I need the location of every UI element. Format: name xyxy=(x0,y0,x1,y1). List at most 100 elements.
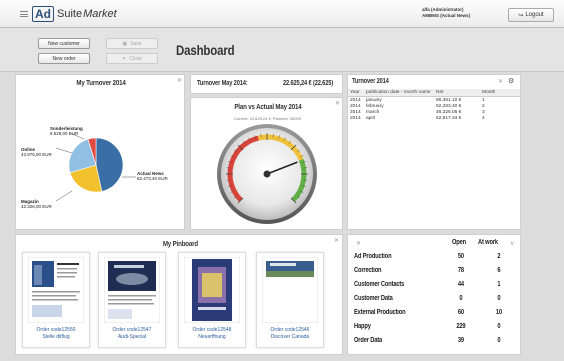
stats-open-count: 60 xyxy=(457,309,464,316)
table-cell: 2014 xyxy=(350,116,361,122)
order-thumbnail xyxy=(184,257,240,323)
stats-label: Order Data xyxy=(354,337,383,344)
turnover-table: Year publication date - month name Net M… xyxy=(348,89,520,122)
stats-atwork-count: 0 xyxy=(497,323,501,330)
panel-close-icon[interactable]: ✕ xyxy=(356,240,361,247)
stats-atwork-count: 10 xyxy=(495,309,502,316)
turnover-month-label: Turnover May 2014: xyxy=(197,80,248,87)
app-logo[interactable]: Ad Suite Market xyxy=(32,5,117,23)
turnover-month-panel: Turnover May 2014: 22.625,24 € (22.625) xyxy=(190,74,343,94)
pinboard-card[interactable]: Order code12550 Stelle ditflug xyxy=(22,252,90,348)
table-row[interactable]: 2014 january 86,361.10 € 1 xyxy=(348,97,520,104)
turnover-month-value: 22.625,24 € (22.625) xyxy=(283,80,334,87)
stats-open-count: 78 xyxy=(457,267,464,274)
col-header-month-name[interactable]: publication date - month name xyxy=(364,89,434,97)
user-info: alfa (Administrator) AMBMS (Actual News) xyxy=(422,7,470,19)
panel-close-icon[interactable]: ✕ xyxy=(335,100,340,107)
table-cell: april xyxy=(366,116,376,122)
menu-icon[interactable] xyxy=(20,11,28,17)
gauge-subtitle: Current: 22.625,24 €, Planned: 30000 xyxy=(234,116,301,121)
order-thumbnail xyxy=(28,257,84,323)
table-cell: 1 xyxy=(482,97,485,103)
save-button[interactable]: ▣ Save xyxy=(106,38,158,49)
stats-open-count: 39 xyxy=(457,337,464,344)
turnover-pie-panel: My Turnover 2014 ✕ Sonderleistung 8.529,… xyxy=(15,74,185,230)
stats-open-count: 50 xyxy=(457,253,464,260)
close-label: Close xyxy=(129,55,142,62)
logout-button[interactable]: ↪ Logout xyxy=(508,8,554,22)
table-cell: january xyxy=(366,97,382,103)
panel-close-icon[interactable]: ✕ xyxy=(498,78,503,85)
col-header-month[interactable]: Month xyxy=(480,89,520,97)
stats-atwork-count: 1 xyxy=(497,281,501,288)
gear-icon[interactable]: ⚙ xyxy=(508,77,514,85)
chevron-icon[interactable]: ∨ xyxy=(510,240,514,247)
col-header-year[interactable]: Year xyxy=(348,89,364,97)
stats-open-count: 44 xyxy=(457,281,464,288)
top-bar: Ad Suite Market alfa (Administrator) AMB… xyxy=(0,0,564,28)
stats-atwork-count: 0 xyxy=(497,295,501,302)
order-name: Neuerffnung xyxy=(198,333,226,340)
stats-row[interactable]: Happy 229 0 xyxy=(354,323,510,335)
stats-atwork-count: 6 xyxy=(497,267,501,274)
stats-label: Happy xyxy=(354,323,371,330)
order-name: Stelle ditflug xyxy=(42,333,70,340)
stats-label: Correction xyxy=(354,267,382,274)
stats-open-count: 0 xyxy=(459,295,463,302)
new-order-button[interactable]: New order xyxy=(38,53,90,64)
stats-col-atwork: At work xyxy=(478,239,498,246)
stats-label: Ad Production xyxy=(354,253,392,260)
panel-close-icon[interactable]: ✕ xyxy=(334,237,339,244)
order-thumbnail xyxy=(262,257,318,323)
stats-row[interactable]: Ad Production 50 2 xyxy=(354,253,510,265)
pie-value-actual-news: 82.473,40 EUR xyxy=(137,176,169,181)
stats-atwork-count: 0 xyxy=(497,337,501,344)
gauge-title: Plan vs Actual May 2014 xyxy=(233,102,302,111)
stats-row[interactable]: Order Data 39 0 xyxy=(354,337,510,349)
stats-col-open: Open xyxy=(452,239,467,246)
table-row[interactable]: 2014 april 52,817.34 € 4 xyxy=(348,116,520,122)
pinboard-card[interactable]: Order code12548 Neuerffnung xyxy=(178,252,246,348)
order-name: Audi-Special xyxy=(117,333,147,340)
stats-row[interactable]: External Production 60 10 xyxy=(354,309,510,321)
gauge-hub xyxy=(263,170,271,178)
table-cell: 52,817.34 € xyxy=(436,116,462,122)
stats-row[interactable]: Customer Data 0 0 xyxy=(354,295,510,307)
table-cell: 4 xyxy=(482,116,485,122)
gauge-panel: Plan vs Actual May 2014 ✕ Current: 22.62… xyxy=(190,97,343,230)
stats-atwork-count: 2 xyxy=(497,253,501,260)
table-cell: 2014 xyxy=(350,97,361,103)
logo-market: Market xyxy=(83,8,117,20)
new-customer-button[interactable]: New customer xyxy=(38,38,90,49)
logo-ad: Ad xyxy=(32,6,54,22)
order-thumbnail xyxy=(104,257,160,323)
pie-value-magazin: 42.326,00 EUR xyxy=(21,204,53,209)
table-cell: 86,361.10 € xyxy=(436,97,462,103)
pie-value-online: 43.875,00 EUR xyxy=(21,152,53,157)
close-icon: ✕ xyxy=(122,55,127,62)
stats-row[interactable]: Correction 78 6 xyxy=(354,267,510,279)
page-title: Dashboard xyxy=(176,42,235,58)
toolbar xyxy=(0,28,564,72)
close-button[interactable]: ✕ Close xyxy=(106,53,158,64)
save-label: Save xyxy=(130,40,142,47)
logo-suite: Suite xyxy=(57,8,83,20)
save-icon: ▣ xyxy=(122,40,128,47)
gauge-chart xyxy=(217,124,317,224)
pie-value-sonderleistung: 8.529,00 EUR xyxy=(50,131,79,136)
col-header-net[interactable]: Net xyxy=(434,89,480,97)
turnover-table-panel: Turnover 2014 ✕ ⚙ Year publication date … xyxy=(347,74,521,230)
turnover-pie-chart: Sonderleistung 8.529,00 EUR Online 43.87… xyxy=(21,126,169,209)
logout-label: Logout xyxy=(525,12,544,18)
stats-label: Customer Contacts xyxy=(354,281,405,288)
user-company: AMBMS (Actual News) xyxy=(422,13,471,18)
pinboard-card[interactable]: Order code12547 Audi-Special xyxy=(98,252,166,348)
stats-open-count: 229 xyxy=(456,323,466,330)
stats-label: Customer Data xyxy=(354,295,393,302)
stats-label: External Production xyxy=(354,309,406,316)
stats-row[interactable]: Customer Contacts 44 1 xyxy=(354,281,510,293)
logout-icon: ↪ xyxy=(518,12,524,19)
pinboard-title: My Pinboard xyxy=(162,239,198,248)
pinboard-card[interactable]: Order code12546 Discover Canada xyxy=(256,252,324,348)
turnover-table-title: Turnover 2014 xyxy=(352,78,389,85)
